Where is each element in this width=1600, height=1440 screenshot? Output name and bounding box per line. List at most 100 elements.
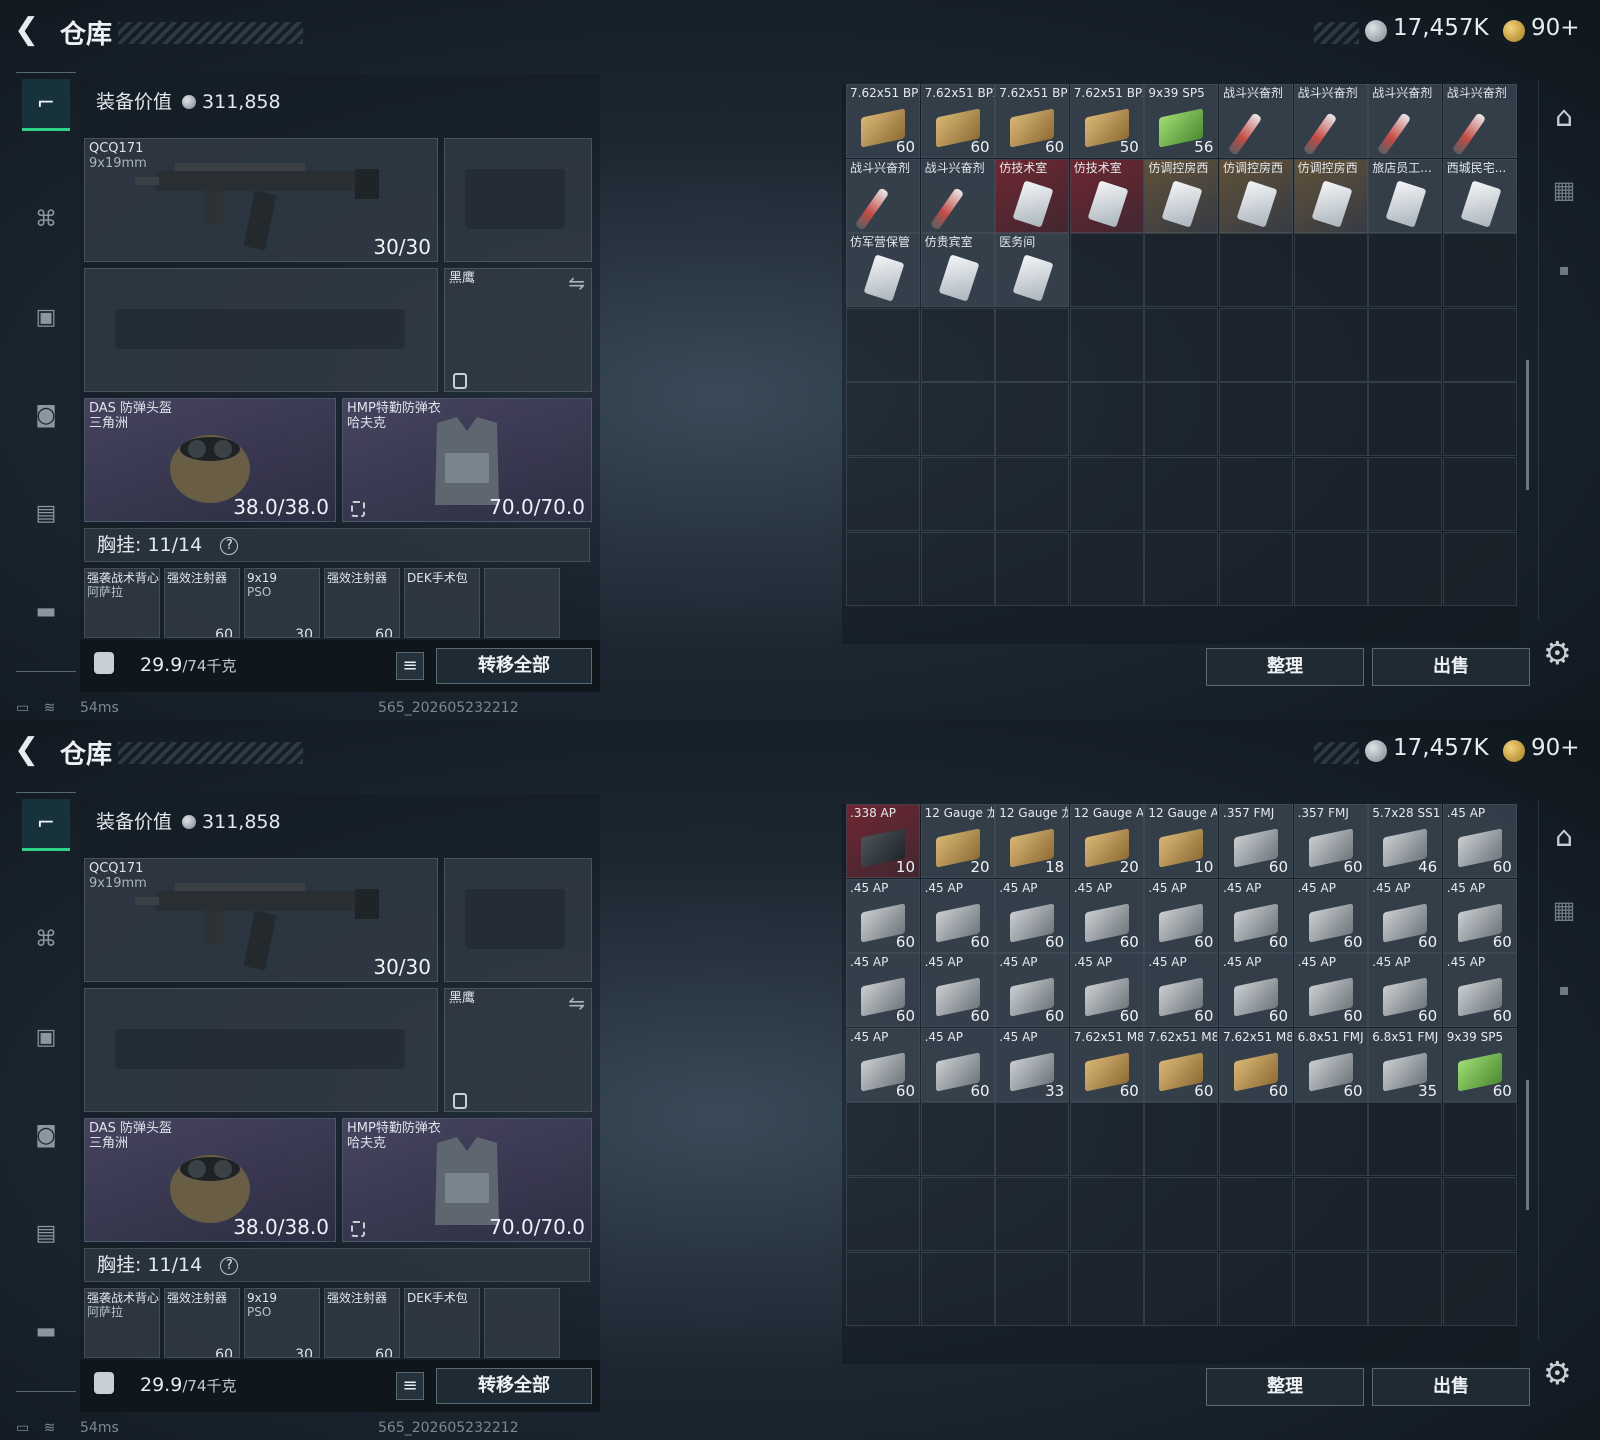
storage-item[interactable]: .45 AP 33 bbox=[995, 1027, 1070, 1102]
help-icon[interactable]: ? bbox=[220, 1257, 239, 1275]
empty-grid-cell[interactable] bbox=[1069, 307, 1144, 382]
storage-item[interactable]: 仿技术室 bbox=[1069, 158, 1144, 233]
empty-grid-cell[interactable] bbox=[995, 382, 1070, 457]
pistol-slot[interactable] bbox=[444, 138, 592, 262]
armor-slot[interactable]: HMP特勤防弹衣 哈夫克 70.0/70.0 bbox=[342, 1118, 592, 1242]
gold-currency-amount[interactable]: 90+ bbox=[1531, 15, 1580, 41]
empty-grid-cell[interactable] bbox=[1144, 233, 1219, 308]
storage-item[interactable]: 战斗兴奋剂 bbox=[1368, 84, 1443, 158]
briefcase-icon[interactable]: ▬ bbox=[22, 585, 70, 637]
empty-grid-cell[interactable] bbox=[1219, 1102, 1293, 1177]
sell-button[interactable]: 出售 bbox=[1372, 1368, 1530, 1406]
empty-grid-cell[interactable] bbox=[1219, 233, 1293, 308]
storage-item[interactable]: 12 Gauge AP-20 20 bbox=[1069, 804, 1144, 878]
storage-item[interactable]: 9x39 SP5 56 bbox=[1144, 84, 1219, 158]
chest-item-slot[interactable]: 9x19 PSO 30 bbox=[244, 568, 320, 638]
pistol-slot[interactable] bbox=[444, 858, 592, 982]
empty-grid-cell[interactable] bbox=[1069, 457, 1144, 531]
gear-icon[interactable]: ⚙ bbox=[1543, 1354, 1572, 1392]
empty-grid-cell[interactable] bbox=[846, 382, 920, 457]
storage-item[interactable]: .45 AP 60 bbox=[846, 1027, 920, 1102]
empty-grid-cell[interactable] bbox=[846, 1177, 920, 1251]
empty-grid-cell[interactable] bbox=[995, 307, 1070, 382]
storage-item[interactable]: .45 AP 60 bbox=[1069, 878, 1144, 953]
empty-grid-cell[interactable] bbox=[1069, 382, 1144, 457]
helmet-slot[interactable]: DAS 防弹头盔 三角洲 38.0/38.0 bbox=[84, 1118, 336, 1242]
empty-grid-cell[interactable] bbox=[1144, 1102, 1219, 1177]
transfer-all-button[interactable]: 转移全部 bbox=[436, 648, 592, 684]
storage-item[interactable]: 仿技术室 bbox=[995, 158, 1070, 233]
empty-grid-cell[interactable] bbox=[846, 531, 920, 606]
backpack-icon[interactable]: ▣ bbox=[22, 291, 70, 343]
storage-item[interactable]: 仿军营保管 bbox=[846, 233, 920, 308]
melee-slot[interactable]: 黑鹰 ⇋ bbox=[444, 988, 592, 1112]
silver-currency-amount[interactable]: 17,457K bbox=[1393, 15, 1489, 41]
storage-item[interactable]: 战斗兴奋剂 bbox=[846, 158, 920, 233]
storage-item[interactable]: .45 AP 60 bbox=[846, 878, 920, 953]
empty-grid-cell[interactable] bbox=[1293, 531, 1368, 606]
back-arrow-icon[interactable]: ❮ bbox=[14, 732, 48, 768]
empty-grid-cell[interactable] bbox=[1069, 531, 1144, 606]
storage-item[interactable]: 12 Gauge 龙息弹 20 bbox=[920, 804, 995, 878]
unequip-icon[interactable] bbox=[351, 501, 365, 517]
silver-currency-amount[interactable]: 17,457K bbox=[1393, 735, 1489, 761]
empty-grid-cell[interactable] bbox=[1219, 382, 1293, 457]
empty-grid-cell[interactable] bbox=[1293, 382, 1368, 457]
vest-icon[interactable]: ⌘ bbox=[22, 193, 70, 245]
empty-grid-cell[interactable] bbox=[1144, 457, 1219, 531]
storage-item[interactable]: .45 AP 60 bbox=[1293, 953, 1368, 1028]
empty-grid-cell[interactable] bbox=[1069, 1177, 1144, 1251]
storage-item[interactable]: 旅店员工... bbox=[1368, 158, 1443, 233]
storage-item[interactable]: 7.62x51 BPZ 50 bbox=[1069, 84, 1144, 158]
empty-grid-cell[interactable] bbox=[1144, 1251, 1219, 1326]
storage-item[interactable]: 西城民宅... bbox=[1442, 158, 1517, 233]
empty-grid-cell[interactable] bbox=[1442, 1102, 1517, 1177]
chest-item-slot[interactable]: 强效注射器 60 bbox=[324, 568, 400, 638]
chest-item-slot[interactable]: 强袭战术背心 阿萨拉 bbox=[84, 568, 160, 638]
storage-item[interactable]: 7.62x51 M80 60 bbox=[1069, 1027, 1144, 1102]
empty-grid-cell[interactable] bbox=[846, 307, 920, 382]
vest-icon[interactable]: ⌘ bbox=[22, 913, 70, 965]
storage-item[interactable]: 7.62x51 M80 60 bbox=[1219, 1027, 1293, 1102]
swap-icon[interactable]: ⇋ bbox=[568, 991, 585, 1015]
chest-item-slot[interactable]: 强效注射器 60 bbox=[324, 1288, 400, 1358]
storage-item[interactable]: 6.8x51 FMJ 60 bbox=[1293, 1027, 1368, 1102]
armor-slot[interactable]: HMP特勤防弹衣 哈夫克 70.0/70.0 bbox=[342, 398, 592, 522]
empty-grid-cell[interactable] bbox=[1368, 382, 1443, 457]
empty-grid-cell[interactable] bbox=[920, 382, 995, 457]
empty-grid-cell[interactable] bbox=[1442, 457, 1517, 531]
list-view-button[interactable]: ≡ bbox=[396, 1372, 424, 1400]
empty-grid-cell[interactable] bbox=[920, 531, 995, 606]
back-arrow-icon[interactable]: ❮ bbox=[14, 12, 48, 48]
bag-icon[interactable]: ◙ bbox=[22, 389, 70, 441]
storage-item[interactable]: 仿调控房西 bbox=[1219, 158, 1293, 233]
chest-item-slot[interactable]: 9x19 PSO 30 bbox=[244, 1288, 320, 1358]
storage-item[interactable]: .45 AP 60 bbox=[920, 953, 995, 1028]
briefcase-icon[interactable]: ▬ bbox=[22, 1305, 70, 1357]
list-view-button[interactable]: ≡ bbox=[396, 652, 424, 680]
storage-item[interactable]: 战斗兴奋剂 bbox=[1219, 84, 1293, 158]
storage-item[interactable]: .45 AP 60 bbox=[1442, 953, 1517, 1028]
empty-grid-cell[interactable] bbox=[1293, 457, 1368, 531]
empty-grid-cell[interactable] bbox=[1442, 1251, 1517, 1326]
storage-scrollbar[interactable] bbox=[1526, 360, 1529, 490]
pistol-icon[interactable]: ⌐ bbox=[22, 79, 70, 131]
storage-item[interactable]: 12 Gauge 龙息弹 18 bbox=[995, 804, 1070, 878]
helmet-slot[interactable]: DAS 防弹头盔 三角洲 38.0/38.0 bbox=[84, 398, 336, 522]
chest-item-slot[interactable]: 强效注射器 60 bbox=[164, 1288, 240, 1358]
storage-item[interactable]: 7.62x51 BPZ 60 bbox=[920, 84, 995, 158]
stash-icon[interactable]: ▦ bbox=[1539, 176, 1589, 204]
empty-grid-cell[interactable] bbox=[1069, 1102, 1144, 1177]
storage-item[interactable]: 医务间 bbox=[995, 233, 1070, 308]
storage-item[interactable]: .45 AP 60 bbox=[1069, 953, 1144, 1028]
empty-grid-cell[interactable] bbox=[920, 1251, 995, 1326]
storage-item[interactable]: .45 AP 60 bbox=[1368, 878, 1443, 953]
gold-currency-amount[interactable]: 90+ bbox=[1531, 735, 1580, 761]
storage-item[interactable]: 5.7x28 SS190 46 bbox=[1368, 804, 1443, 878]
swap-icon[interactable]: ⇋ bbox=[568, 271, 585, 295]
primary-weapon-slot[interactable]: QCQ171 9x19mm 30/30 bbox=[84, 858, 438, 982]
storage-item[interactable]: .338 AP 10 bbox=[846, 804, 920, 878]
storage-item[interactable]: .45 AP 60 bbox=[1219, 953, 1293, 1028]
empty-grid-cell[interactable] bbox=[1442, 531, 1517, 606]
secondary-weapon-slot[interactable] bbox=[84, 268, 438, 392]
